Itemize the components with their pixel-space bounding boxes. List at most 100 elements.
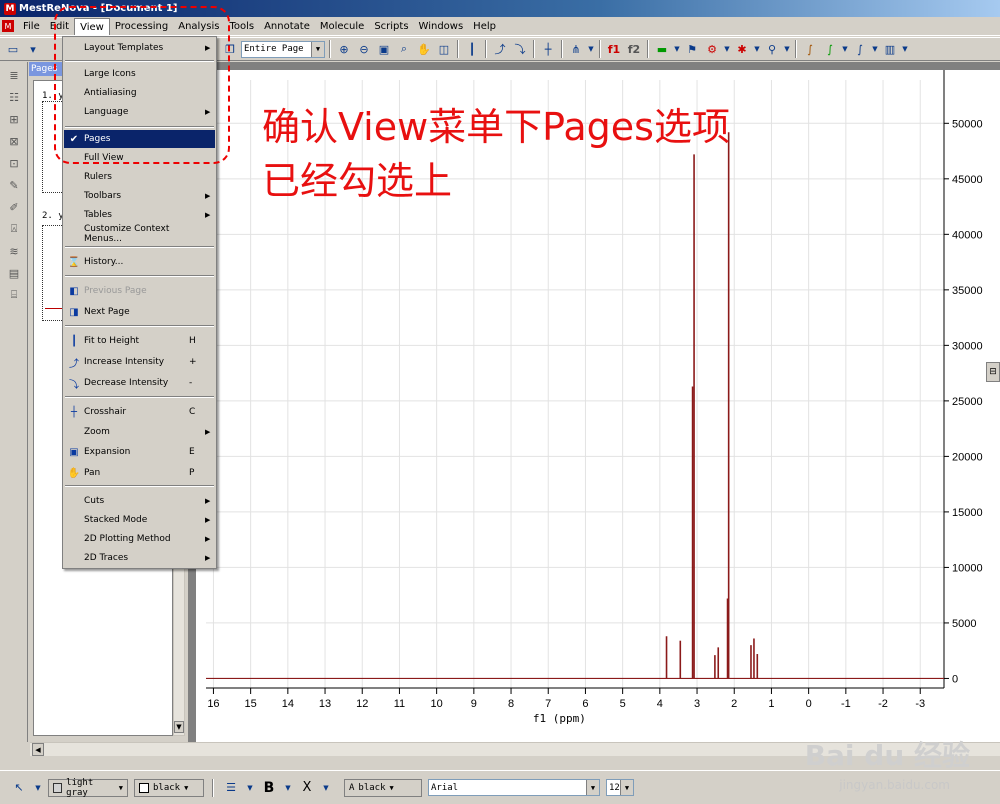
f1-button[interactable]: f1 [605,40,623,58]
fill-color-select[interactable]: light gray ▼ [48,778,128,798]
menu-item-label: Stacked Mode [84,515,148,525]
chevron-down-icon[interactable]: ▼ [284,779,292,797]
view-menu-item-next-page[interactable]: ◨ Next Page [64,303,215,321]
submenu-arrow-icon: ▶ [205,428,211,436]
view-menu-item-pan[interactable]: ✋ Pan P [64,464,215,482]
view-menu-item-crosshair[interactable]: ┼ Crosshair C [64,403,215,421]
view-menu-item-previous-page[interactable]: ◧ Previous Page [64,282,215,300]
manual-integration-icon[interactable]: ∫ [821,40,839,58]
scroll-left-icon[interactable]: ◀ [32,743,44,756]
view-menu-item-increase-intensity[interactable]: ⤴ Increase Intensity + [64,353,215,371]
view-menu-item-2d-plotting-method[interactable]: 2D Plotting Method ▶ [64,530,215,548]
edit-pencil-icon[interactable]: ✎ [5,176,23,194]
menu-file[interactable]: File [18,18,45,35]
chevron-down-icon[interactable]: ▼ [119,784,123,792]
view-menu-item-stacked-mode[interactable]: Stacked Mode ▶ [64,511,215,529]
chevron-down-icon[interactable]: ▼ [871,40,879,58]
auto-integration-icon[interactable]: ∫ [851,40,869,58]
increase-intensity-icon[interactable]: ⤴ [491,40,509,58]
menu-shortcut: P [189,468,195,478]
pan-icon[interactable]: ✋ [415,40,433,58]
menu-help[interactable]: Help [468,18,501,35]
pointer-icon[interactable]: ↖ [10,779,28,797]
view-menu-item-customize-context-menus[interactable]: Customize Context Menus... [64,224,215,244]
view-menu-item-toolbars[interactable]: Toolbars ▶ [64,187,215,205]
bar-graph-icon[interactable]: ▥ [881,40,899,58]
f2-button[interactable]: f2 [625,40,643,58]
chevron-down-icon[interactable]: ▼ [311,41,324,57]
menu-annotate[interactable]: Annotate [259,18,315,35]
multiplet-icon[interactable]: ⚲ [763,40,781,58]
list-icon[interactable]: ≣ [5,66,23,84]
chevron-down-icon[interactable]: ▼ [34,779,42,797]
view-menu-item-zoom[interactable]: Zoom ▶ [64,423,215,441]
toolbar-separator [647,40,649,58]
chevron-down-icon[interactable]: ▼ [620,780,633,795]
zoom-out-icon[interactable]: ⊖ [355,40,373,58]
phase-icon[interactable]: ⚑ [683,40,701,58]
chevron-down-icon[interactable]: ▼ [841,40,849,58]
fit-height-icon[interactable]: ┃ [463,40,481,58]
font-family-select[interactable]: Arial ▼ [428,779,600,796]
view-menu-item-decrease-intensity[interactable]: ⤵ Decrease Intensity - [64,374,215,392]
side-panel-tab[interactable]: ⊟ [986,362,1000,382]
template-icon[interactable]: ⊡ [5,154,23,172]
align-icon[interactable]: ☰ [222,779,240,797]
delete-icon[interactable]: ⊠ [5,132,23,150]
view-menu-item-cuts[interactable]: Cuts ▶ [64,492,215,510]
bold-button[interactable]: B [260,779,278,797]
chevron-down-icon[interactable]: ▼ [184,784,188,792]
zoom-in-icon[interactable]: ⊕ [335,40,353,58]
chevron-down-icon[interactable]: ▼ [901,40,909,58]
pen-icon[interactable]: ✐ [5,198,23,216]
document-icon[interactable]: M [2,20,14,32]
layers-icon[interactable]: ▤ [5,264,23,282]
chevron-down-icon[interactable]: ▼ [390,784,394,792]
crosshair-icon[interactable]: ┼ [539,40,557,58]
view-menu-item-fit-to-height[interactable]: ┃ Fit to Height H [64,332,215,350]
text-color-select[interactable]: A black ▼ [344,778,422,797]
x-tick-label: 0 [806,698,812,710]
chevron-down-icon[interactable]: ▼ [753,40,761,58]
peaks-icon[interactable]: ✱ [733,40,751,58]
grid-icon[interactable]: ⊞ [5,110,23,128]
line-color-label: black [153,782,181,793]
chevron-down-icon[interactable]: ▼ [322,779,330,797]
menu-windows[interactable]: Windows [414,18,469,35]
tree-icon[interactable]: ☷ [5,88,23,106]
font-size-select[interactable]: 12 ▼ [606,779,634,796]
view-menu-item-expansion[interactable]: ▣ Expansion E [64,443,215,461]
menu-shortcut: + [189,357,197,367]
decrease-intensity-icon[interactable]: ⤵ [511,40,529,58]
menu-scripts[interactable]: Scripts [369,18,413,35]
2d-mode-icon[interactable]: ▬ [653,40,671,58]
menu-molecule[interactable]: Molecule [315,18,369,35]
chevron-down-icon[interactable]: ▼ [246,779,254,797]
line-color-select[interactable]: black ▼ [134,778,204,797]
chevron-down-icon[interactable]: ▼ [673,40,681,58]
view-menu-item-history[interactable]: ⌛ History... [64,253,215,271]
properties-icon[interactable]: ⌸ [5,286,23,304]
view-menu-item-rulers[interactable]: Rulers [64,168,215,186]
subscript-button[interactable]: X [298,779,316,797]
baseline-icon[interactable]: ⚙ [703,40,721,58]
text-color-label: black [358,782,386,793]
zoom-select-icon[interactable]: ⌕ [395,40,413,58]
integration-icon[interactable]: ∫ [801,40,819,58]
x-tick-label: -2 [878,698,888,710]
select-icon[interactable]: ⍓ [5,220,23,238]
zoom-select[interactable]: Entire Page ▼ [241,40,325,58]
peak-picking-icon[interactable]: ⋔ [567,40,585,58]
new-document-icon[interactable]: ▭ [4,40,22,58]
zoom-box-icon[interactable]: ▣ [375,40,393,58]
scroll-down-icon[interactable]: ▼ [174,721,184,733]
chevron-down-icon[interactable]: ▼ [783,40,791,58]
chevron-down-icon[interactable]: ▼ [587,40,595,58]
chevron-down-icon[interactable]: ▼ [723,40,731,58]
stack-icon[interactable]: ≋ [5,242,23,260]
view-menu-item-tables[interactable]: Tables ▶ [64,206,215,224]
chevron-down-icon[interactable]: ▼ [586,780,599,795]
open-folder-icon[interactable]: ▾ [24,40,42,58]
full-spectrum-icon[interactable]: ◫ [435,40,453,58]
view-menu-item-2d-traces[interactable]: 2D Traces ▶ [64,549,215,567]
